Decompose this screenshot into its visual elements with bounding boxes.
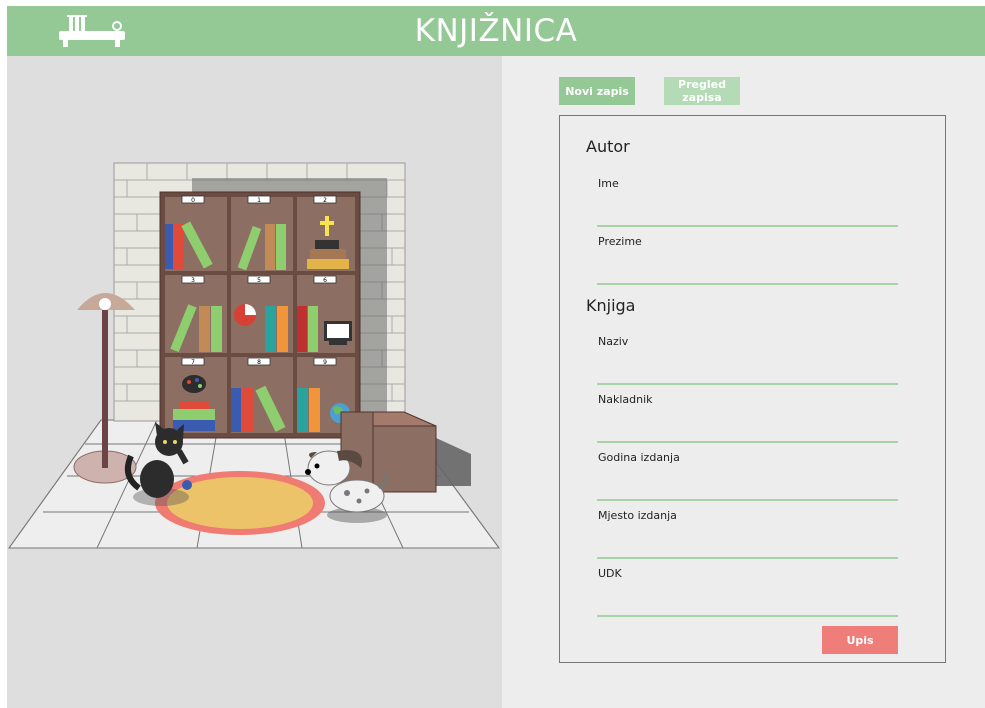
- place-input[interactable]: [597, 535, 898, 559]
- year-label: Godina izdanja: [598, 451, 680, 464]
- bookshelf: 0 1 2 3 5 6 7 8 9: [159, 191, 361, 439]
- app-header: KNJIŽNICA: [7, 6, 985, 56]
- shelf-label: 6: [323, 277, 327, 284]
- library-illustration: 0 1 2 3 5 6 7 8 9: [7, 56, 502, 708]
- shelf-label: 5: [257, 277, 261, 284]
- publisher-label: Nakladnik: [598, 393, 653, 406]
- first-name-label: Ime: [598, 177, 619, 190]
- publisher-field: Nakladnik: [597, 393, 898, 443]
- submit-button[interactable]: Upis: [822, 626, 898, 654]
- app-title: KNJIŽNICA: [414, 13, 578, 49]
- shelf-label: 3: [191, 277, 195, 284]
- form-panel: Novi zapis Pregled zapisa Autor Ime Prez…: [502, 56, 985, 708]
- title-label: Naziv: [598, 335, 629, 348]
- last-name-label: Prezime: [598, 235, 642, 248]
- udk-field: UDK: [597, 567, 898, 617]
- shelf-label: 7: [191, 359, 195, 366]
- shelf-label: 1: [257, 197, 261, 204]
- first-name-input[interactable]: [597, 203, 898, 227]
- last-name-field: Prezime: [597, 235, 898, 285]
- title-input[interactable]: [597, 361, 898, 385]
- place-label: Mjesto izdanja: [598, 509, 677, 522]
- record-form: Autor Ime Prezime Knjiga Naziv Nakladnik…: [559, 115, 946, 663]
- shelf-label: 0: [191, 197, 195, 204]
- tab-new-record[interactable]: Novi zapis: [559, 77, 635, 105]
- title-field: Naziv: [597, 335, 898, 385]
- last-name-input[interactable]: [597, 261, 898, 285]
- shelf-label: 9: [323, 359, 327, 366]
- shelf-label: 8: [257, 359, 261, 366]
- publisher-input[interactable]: [597, 419, 898, 443]
- shelf-label: 2: [323, 197, 327, 204]
- tab-record-overview[interactable]: Pregled zapisa: [664, 77, 740, 105]
- year-input[interactable]: [597, 477, 898, 501]
- place-field: Mjesto izdanja: [597, 509, 898, 559]
- year-field: Godina izdanja: [597, 451, 898, 501]
- first-name-field: Ime: [597, 177, 898, 227]
- book-section-title: Knjiga: [586, 296, 636, 315]
- udk-input[interactable]: [597, 593, 898, 617]
- author-section-title: Autor: [586, 137, 630, 156]
- udk-label: UDK: [598, 567, 622, 580]
